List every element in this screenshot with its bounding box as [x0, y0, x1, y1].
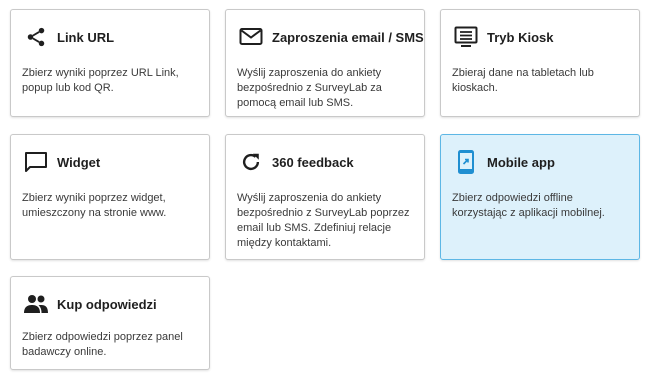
- card-title: Link URL: [57, 29, 115, 45]
- mail-icon: [238, 24, 264, 50]
- card-description-line: Zbierz odpowiedzi poprzez panel: [22, 331, 183, 343]
- card-description-line: Zbieraj dane na tabletach lub: [452, 67, 594, 79]
- card-description: Zbierz odpowiedzi offline korzystając z …: [452, 191, 629, 221]
- card-email-sms-invitations[interactable]: Zaproszenia email / SMS Wyślij zaproszen…: [225, 9, 425, 117]
- card-description-line: Wyślij zaproszenia do ankiety: [237, 67, 382, 79]
- card-header: Zaproszenia email / SMS: [238, 24, 424, 50]
- people-icon: [23, 291, 49, 317]
- card-widget[interactable]: Widget Zbierz wyniki poprzez widget, umi…: [10, 134, 210, 260]
- card-description-line: Zbierz odpowiedzi offline: [452, 192, 573, 204]
- card-link-url[interactable]: Link URL Zbierz wyniki poprzez URL Link,…: [10, 9, 210, 117]
- card-header: Mobile app: [453, 149, 631, 175]
- card-header: Link URL: [23, 24, 201, 50]
- card-header: 360 feedback: [238, 149, 416, 175]
- card-description-line: pomocą email lub SMS.: [237, 97, 354, 109]
- card-header: Tryb Kiosk: [453, 24, 631, 50]
- card-description-line: email lub SMS. Zdefiniuj relacje: [237, 222, 392, 234]
- kiosk-icon: [453, 24, 479, 50]
- card-description: Zbierz odpowiedzi poprzez panel badawczy…: [22, 330, 199, 360]
- card-description-line: umieszczony na stronie www.: [22, 207, 167, 219]
- card-title: Mobile app: [487, 154, 555, 170]
- card-description-line: badawczy online.: [22, 346, 107, 358]
- card-title: Tryb Kiosk: [487, 29, 554, 45]
- card-header: Kup odpowiedzi: [23, 291, 201, 317]
- share-icon: [23, 24, 49, 50]
- card-buy-responses[interactable]: Kup odpowiedzi Zbierz odpowiedzi poprzez…: [10, 276, 210, 370]
- card-360-feedback[interactable]: 360 feedback Wyślij zaproszenia do ankie…: [225, 134, 425, 260]
- card-title: Widget: [57, 154, 101, 170]
- chat-bubble-icon: [23, 149, 49, 175]
- card-description: Zbieraj dane na tabletach lub kioskach.: [452, 66, 629, 96]
- card-description-line: bezpośrednio z SurveyLab za: [237, 82, 382, 94]
- card-title: Zaproszenia email / SMS: [272, 29, 424, 45]
- card-description-line: kioskach.: [452, 82, 498, 94]
- card-description: Zbierz wyniki poprzez widget, umieszczon…: [22, 191, 199, 221]
- card-description: Wyślij zaproszenia do ankiety bezpośredn…: [237, 66, 414, 111]
- card-mobile-app[interactable]: Mobile app Zbierz odpowiedzi offline kor…: [440, 134, 640, 260]
- mobile-app-icon: [453, 149, 479, 175]
- card-description-line: korzystając z aplikacji mobilnej.: [452, 207, 605, 219]
- card-description-line: między kontaktami.: [237, 237, 332, 249]
- card-description-line: popup lub kod QR.: [22, 82, 114, 94]
- refresh-icon: [238, 149, 264, 175]
- card-description: Zbierz wyniki poprzez URL Link, popup lu…: [22, 66, 199, 96]
- card-title: Kup odpowiedzi: [57, 296, 157, 312]
- card-description-line: bezpośrednio z SurveyLab poprzez: [237, 207, 410, 219]
- card-description: Wyślij zaproszenia do ankiety bezpośredn…: [237, 191, 414, 251]
- card-description-line: Wyślij zaproszenia do ankiety: [237, 192, 382, 204]
- card-description-line: Zbierz wyniki poprzez URL Link,: [22, 67, 179, 79]
- card-header: Widget: [23, 149, 201, 175]
- card-title: 360 feedback: [272, 154, 354, 170]
- card-description-line: Zbierz wyniki poprzez widget,: [22, 192, 166, 204]
- card-kiosk-mode[interactable]: Tryb Kiosk Zbieraj dane na tabletach lub…: [440, 9, 640, 117]
